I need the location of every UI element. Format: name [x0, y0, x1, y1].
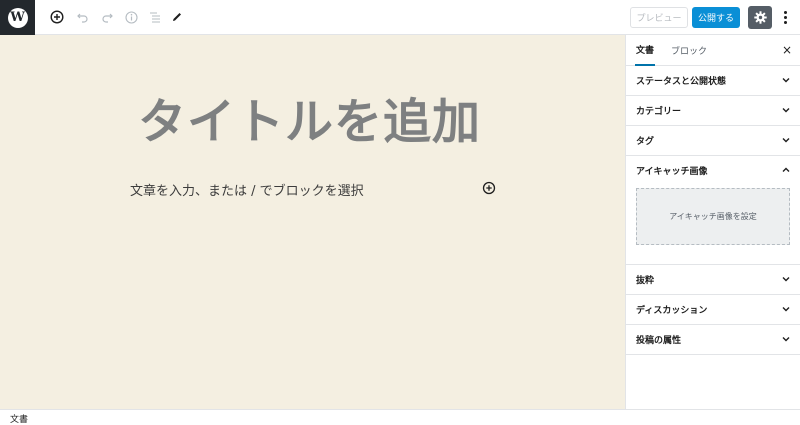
edit-tools-button[interactable]: [168, 8, 186, 26]
chevron-down-icon: [782, 78, 790, 83]
breadcrumb[interactable]: 文書: [10, 412, 28, 425]
wordpress-icon: W: [7, 7, 28, 28]
panel-title: ステータスと公開状態: [636, 77, 727, 87]
panel-excerpt: 抜粋: [626, 265, 800, 295]
sidebar-tabs: 文書 ブロック ×: [626, 35, 800, 66]
panel-title: 投稿の属性: [636, 336, 682, 346]
panel-toggle-discussion[interactable]: ディスカッション: [626, 295, 800, 324]
panel-status: ステータスと公開状態: [626, 66, 800, 96]
close-icon[interactable]: ×: [781, 44, 793, 56]
redo-button[interactable]: [98, 8, 116, 26]
panel-toggle-excerpt[interactable]: 抜粋: [626, 265, 800, 294]
panel-toggle-post-attributes[interactable]: 投稿の属性: [626, 325, 800, 354]
add-block-button[interactable]: [48, 8, 66, 26]
wordpress-logo-button[interactable]: W: [0, 0, 35, 35]
chevron-down-icon: [782, 108, 790, 113]
panel-toggle-tags[interactable]: タグ: [626, 126, 800, 155]
panel-toggle-featured-image[interactable]: アイキャッチ画像: [626, 156, 800, 185]
publish-button[interactable]: 公開する: [692, 7, 740, 28]
default-block-appender[interactable]: 文章を入力、または / でブロックを選択: [130, 180, 364, 199]
info-icon: [124, 10, 138, 24]
undo-icon: [77, 13, 88, 23]
gear-icon: [753, 11, 767, 24]
panel-title: ディスカッション: [636, 306, 708, 316]
panel-featured-image: アイキャッチ画像 アイキャッチ画像を設定: [626, 156, 800, 265]
panel-post-attributes: 投稿の属性: [626, 325, 800, 355]
edit-icon: [173, 13, 181, 21]
chevron-down-icon: [782, 337, 790, 342]
editor-footer: 文書: [0, 409, 800, 425]
panel-toggle-status[interactable]: ステータスと公開状態: [626, 66, 800, 95]
settings-button[interactable]: [748, 6, 772, 29]
undo-button[interactable]: [74, 8, 92, 26]
set-featured-image-button[interactable]: アイキャッチ画像を設定: [636, 188, 790, 245]
panel-toggle-categories[interactable]: カテゴリー: [626, 96, 800, 125]
preview-button[interactable]: プレビュー: [630, 7, 688, 28]
editor-header: W プレビュー 公開する: [0, 0, 800, 35]
info-button[interactable]: [122, 8, 140, 26]
panel-discussion: ディスカッション: [626, 295, 800, 325]
settings-sidebar: 文書 ブロック × ステータスと公開状態 カテゴリー タグ アイキャッチ画像 ア…: [625, 35, 800, 409]
block-inserter-button[interactable]: [482, 180, 496, 195]
chevron-up-icon: [782, 167, 790, 172]
panel-title: タグ: [636, 137, 655, 147]
add-block-icon: [482, 181, 496, 195]
tab-block[interactable]: ブロック: [671, 35, 707, 66]
chevron-down-icon: [782, 138, 790, 143]
panel-title: カテゴリー: [636, 107, 682, 117]
post-title-input[interactable]: タイトルを追加: [138, 82, 481, 152]
chevron-down-icon: [782, 307, 790, 312]
panel-title: アイキャッチ画像: [636, 167, 708, 177]
redo-icon: [102, 13, 113, 23]
more-options-button[interactable]: [778, 8, 792, 26]
list-view-icon: [150, 12, 160, 23]
more-vertical-icon: [783, 10, 787, 14]
panel-categories: カテゴリー: [626, 96, 800, 126]
panel-tags: タグ: [626, 126, 800, 156]
list-view-button[interactable]: [146, 8, 164, 26]
add-block-icon: [50, 10, 64, 24]
tab-document[interactable]: 文書: [635, 35, 656, 66]
chevron-down-icon: [782, 277, 790, 282]
editor-canvas: タイトルを追加 文章を入力、または / でブロックを選択: [0, 35, 625, 409]
panel-title: 抜粋: [636, 276, 655, 286]
